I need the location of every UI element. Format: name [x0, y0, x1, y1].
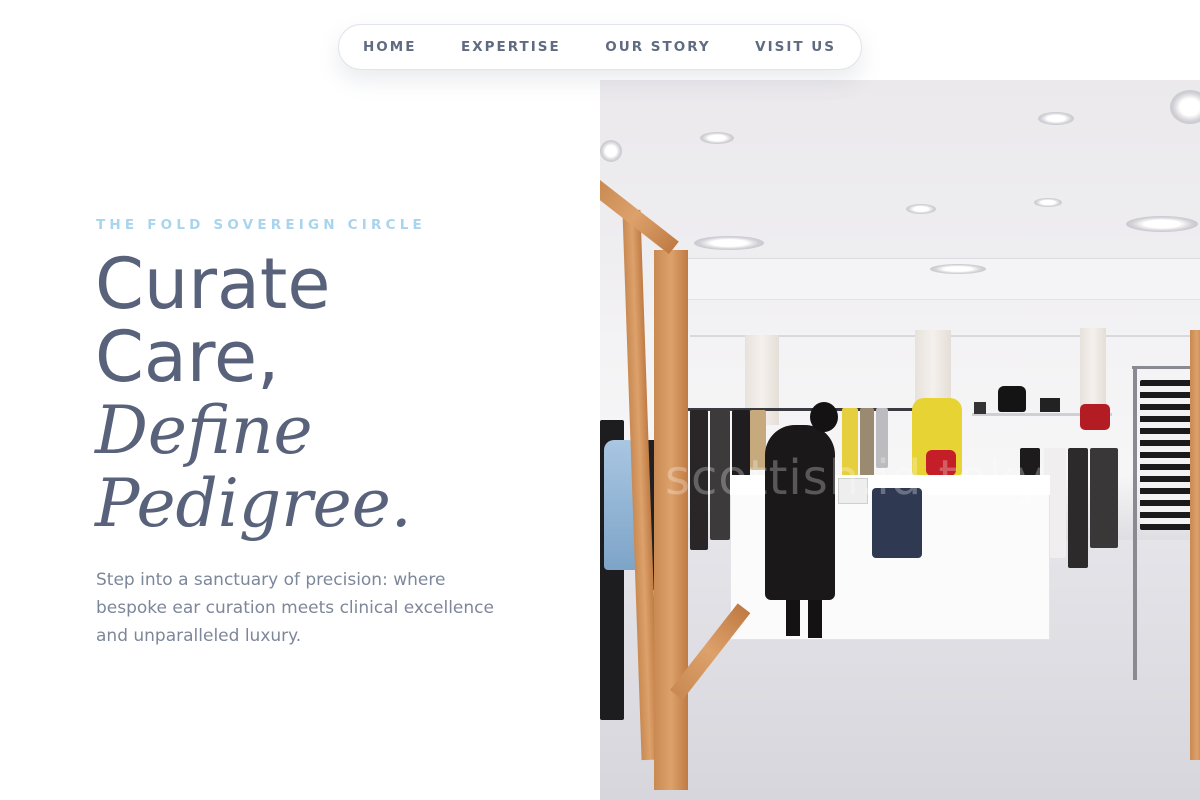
shopper-leg: [808, 600, 822, 638]
boots: [1040, 398, 1060, 412]
ceiling-light: [694, 236, 764, 250]
handbag: [998, 386, 1026, 412]
nav-link-expertise[interactable]: EXPERTISE: [461, 39, 561, 55]
hero-eyebrow: THE FOLD SOVEREIGN CIRCLE: [96, 217, 426, 233]
headline-line-pedigree: Pedigree.: [95, 465, 412, 542]
headline-line-curate: Curate: [95, 243, 331, 325]
hero-description: Step into a sanctuary of precision: wher…: [96, 570, 494, 646]
nav-link-visit-us[interactable]: VISIT US: [755, 39, 836, 55]
ceiling-light: [700, 132, 734, 144]
rack-pole: [1133, 366, 1137, 680]
garment: [1068, 448, 1088, 568]
shopper-leg: [786, 600, 800, 636]
headline-line-define: Define: [95, 392, 313, 469]
handbag: [1080, 404, 1110, 430]
image-watermark: scottish.id.toky: [665, 450, 1046, 506]
wooden-frame-post: [654, 250, 688, 790]
ceiling-light: [1038, 112, 1074, 125]
ceiling-light: [600, 140, 622, 162]
main-nav: HOME EXPERTISE OUR STORY VISIT US: [338, 24, 862, 70]
shopper-head: [810, 402, 838, 432]
ceiling-light: [1170, 90, 1200, 124]
ceiling-light: [1126, 216, 1198, 232]
nav-link-our-story[interactable]: OUR STORY: [605, 39, 710, 55]
ceiling-light: [906, 204, 936, 214]
boutique-interior-photo: scottish.id.toky: [600, 80, 1200, 800]
headline-line-care: Care,: [95, 316, 280, 398]
nav-link-home[interactable]: HOME: [363, 39, 416, 55]
wooden-frame-post: [1190, 330, 1200, 760]
striped-garment: [1140, 380, 1196, 530]
boots: [974, 402, 986, 414]
garment: [1090, 448, 1118, 548]
ceiling-light: [1034, 198, 1062, 207]
ceiling-light: [930, 264, 986, 274]
hero-headline: Curate Care, Define Pedigree.: [95, 243, 412, 542]
